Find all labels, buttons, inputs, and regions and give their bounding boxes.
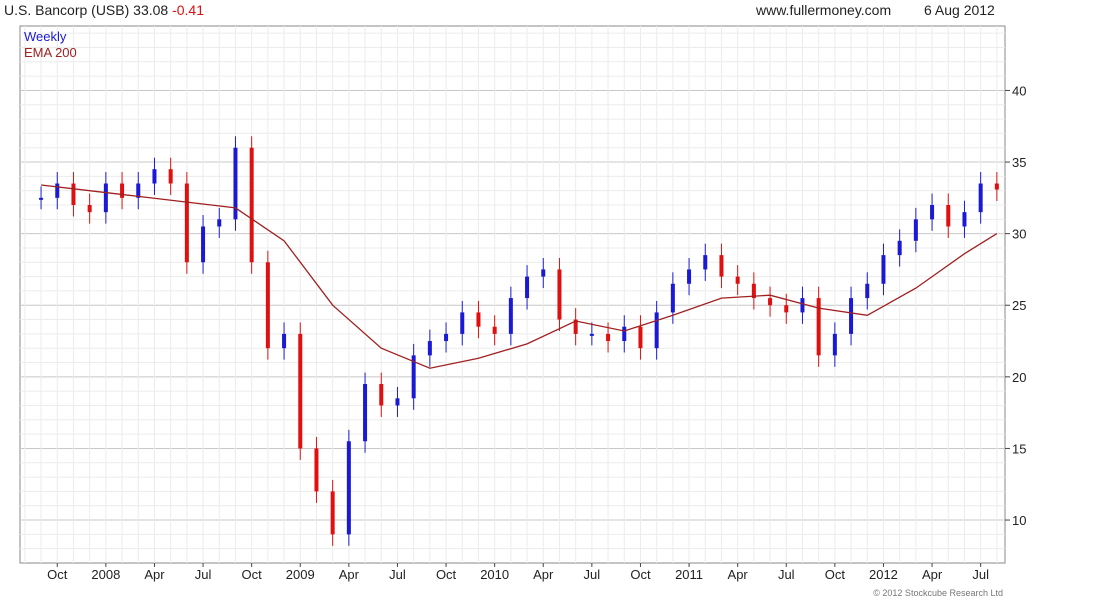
x-tick-label: Jul (584, 567, 601, 582)
copyright-text: © 2012 Stockcube Research Ltd (873, 588, 1003, 598)
candle-body (622, 326, 627, 342)
candle-body (719, 255, 724, 277)
candle-body (346, 441, 351, 535)
candle-body (444, 333, 449, 342)
x-tick-label: Apr (728, 567, 749, 582)
candle-body (654, 312, 659, 349)
x-tick-label: Apr (533, 567, 554, 582)
candle-body (39, 197, 44, 200)
y-tick-label: 30 (1012, 227, 1026, 242)
candle-body (589, 333, 594, 336)
candle-body (832, 333, 837, 356)
x-tick-label: Oct (436, 567, 457, 582)
candle-body (946, 205, 951, 227)
candle-body (816, 298, 821, 356)
legend-ema-200: EMA 200 (24, 45, 77, 60)
x-tick-label: 2008 (91, 567, 120, 582)
x-tick-label: Oct (630, 567, 651, 582)
candle-body (492, 326, 497, 334)
candle-body (314, 448, 319, 492)
candle-body (55, 183, 60, 198)
candle-body (913, 219, 918, 241)
candle-body (265, 262, 270, 349)
candle-body (330, 491, 335, 535)
candle-body (525, 276, 530, 299)
candle-body (541, 269, 546, 277)
y-tick-label: 40 (1012, 83, 1026, 98)
candle-body (865, 283, 870, 299)
candle-body (201, 226, 206, 263)
y-tick-label: 15 (1012, 441, 1026, 456)
candle-body (120, 183, 125, 198)
x-tick-label: Jul (389, 567, 406, 582)
x-tick-label: 2012 (869, 567, 898, 582)
candle-body (168, 169, 173, 184)
candle-body (962, 212, 967, 227)
candle-body (427, 341, 432, 356)
candle-body (687, 269, 692, 284)
candle-body (735, 276, 740, 284)
plot-area (19, 25, 1006, 564)
candle-body (784, 305, 789, 313)
candle-body (800, 298, 805, 313)
y-tick-label: 25 (1012, 298, 1026, 313)
x-tick-label: Apr (339, 567, 360, 582)
x-tick-label: 2010 (480, 567, 509, 582)
legend-weekly: Weekly (24, 29, 67, 44)
y-tick-label: 35 (1012, 155, 1026, 170)
candle-body (184, 183, 189, 263)
candle-body (881, 255, 886, 284)
x-tick-label: 2011 (675, 567, 703, 582)
candle-body (930, 205, 935, 220)
candle-body (379, 384, 384, 406)
candle-body (897, 240, 902, 256)
candle-body (395, 398, 400, 406)
candle-body (978, 183, 983, 213)
y-tick-label: 20 (1012, 370, 1026, 385)
candle-body (557, 269, 562, 320)
candle-body (606, 333, 611, 342)
x-tick-label: Jul (778, 567, 795, 582)
candle-body (476, 312, 481, 327)
candle-body (849, 298, 854, 334)
price-chart: 10 15 20 25 30 35 40 Oct 2008 Apr Jul Oct 2009 Apr Jul… (19, 25, 1026, 598)
candle-body (87, 205, 92, 213)
candle-body (363, 384, 368, 442)
x-tick-label: Oct (825, 567, 846, 582)
candle-body (460, 312, 465, 334)
x-tick-label: Oct (47, 567, 68, 582)
candle-body (768, 298, 773, 306)
x-tick-label: Jul (195, 567, 212, 582)
x-tick-label: Apr (922, 567, 943, 582)
candle-body (103, 183, 108, 213)
candle-body (508, 298, 513, 334)
candle-body (71, 183, 76, 205)
candle-body (638, 326, 643, 349)
candle-body (282, 333, 287, 349)
x-tick-label: Jul (972, 567, 989, 582)
x-tick-label: Oct (242, 567, 263, 582)
candle-body (249, 147, 254, 263)
candle-body (994, 183, 999, 190)
candle-body (703, 255, 708, 270)
candle-body (217, 219, 222, 227)
y-tick-label: 10 (1012, 513, 1026, 528)
candle-body (298, 333, 303, 449)
x-tick-label: Apr (144, 567, 165, 582)
candle-body (670, 283, 675, 313)
candle-body (152, 169, 157, 184)
x-tick-label: 2009 (286, 567, 315, 582)
